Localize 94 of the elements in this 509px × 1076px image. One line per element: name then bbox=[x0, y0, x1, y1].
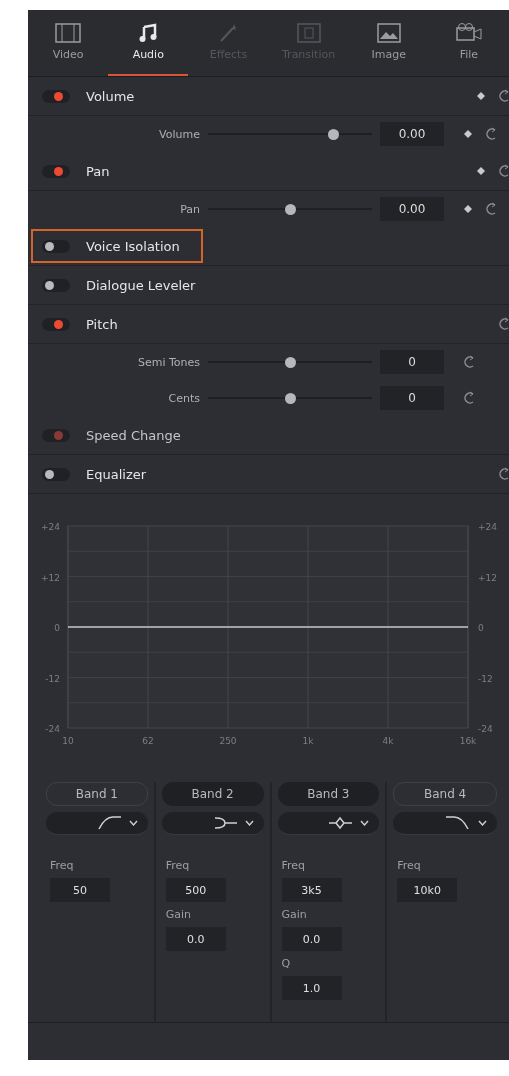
filter-curve-icon bbox=[446, 815, 472, 831]
film-icon bbox=[55, 23, 82, 43]
band-button[interactable]: Band 1 bbox=[46, 782, 148, 806]
section-title: Pitch bbox=[86, 316, 119, 332]
toggle-switch[interactable] bbox=[42, 428, 70, 442]
toggle-switch[interactable] bbox=[42, 164, 70, 178]
parameter-label: Cents bbox=[167, 391, 200, 405]
axis-label: 250 bbox=[219, 736, 237, 746]
slider-thumb[interactable] bbox=[285, 356, 296, 368]
axis-label: +24 bbox=[41, 522, 60, 532]
section-title: Pan bbox=[86, 163, 111, 179]
filter-curve-icon bbox=[212, 815, 239, 831]
section-title: Volume bbox=[86, 88, 136, 104]
image-icon bbox=[376, 23, 401, 43]
keyframe-icon[interactable] bbox=[464, 130, 472, 138]
value-field[interactable]: 10k0 bbox=[397, 878, 458, 902]
value-field[interactable]: 0.00 bbox=[380, 197, 444, 221]
wand-icon bbox=[218, 23, 239, 43]
parameter-label: Semi Tones bbox=[136, 355, 200, 369]
filter-dropdown[interactable] bbox=[393, 812, 497, 835]
reset-icon[interactable] bbox=[499, 317, 509, 331]
field-label: Freq bbox=[165, 859, 191, 872]
axis-label: -12 bbox=[478, 673, 493, 684]
toggle-switch[interactable] bbox=[42, 89, 70, 103]
field-label: Gain bbox=[281, 908, 308, 921]
value-field[interactable]: 0.0 bbox=[165, 927, 226, 951]
axis-label: 0 bbox=[478, 623, 484, 633]
axis-label: 0 bbox=[54, 623, 60, 633]
parameter-label: Volume bbox=[158, 127, 200, 141]
tab[interactable]: File bbox=[428, 10, 509, 76]
axis-label: 4k bbox=[382, 736, 394, 746]
band-button[interactable]: Band 2 bbox=[161, 782, 264, 806]
section-title: Speed Change bbox=[86, 427, 182, 443]
section-title: Voice Isolation bbox=[86, 238, 181, 254]
axis-label: -24 bbox=[478, 724, 493, 734]
field-label: Gain bbox=[165, 908, 193, 921]
axis-label: +24 bbox=[478, 522, 497, 532]
axis-label: +12 bbox=[478, 572, 497, 583]
section-title: Equalizer bbox=[86, 466, 148, 482]
toggle-switch[interactable] bbox=[42, 278, 70, 292]
axis-label: 10 bbox=[62, 736, 74, 746]
camera-icon bbox=[455, 23, 482, 43]
caret-icon bbox=[360, 820, 370, 826]
value-field[interactable]: 500 bbox=[165, 878, 226, 902]
filter-dropdown[interactable] bbox=[46, 812, 148, 835]
reset-icon[interactable] bbox=[486, 127, 496, 141]
keyframe-icon[interactable] bbox=[477, 167, 485, 175]
field-label: Q bbox=[281, 957, 292, 970]
band-button[interactable]: Band 3 bbox=[277, 782, 380, 806]
keyframe-icon[interactable] bbox=[477, 92, 485, 100]
parameter-label: Pan bbox=[179, 202, 200, 216]
slider-thumb[interactable] bbox=[285, 203, 296, 215]
slider-thumb[interactable] bbox=[327, 128, 339, 140]
reset-icon[interactable] bbox=[499, 164, 509, 178]
value-field[interactable]: 0.00 bbox=[380, 122, 444, 146]
filter-dropdown[interactable] bbox=[277, 812, 380, 835]
section-title: Dialogue Leveler bbox=[86, 277, 197, 293]
tab[interactable]: Audio bbox=[108, 10, 189, 76]
toggle-switch[interactable] bbox=[42, 239, 70, 253]
filter-curve-icon bbox=[328, 815, 355, 831]
value-field[interactable]: 0 bbox=[380, 350, 444, 374]
value-field[interactable]: 0.0 bbox=[281, 927, 342, 951]
caret-icon bbox=[244, 820, 254, 826]
tab[interactable]: Image bbox=[348, 10, 429, 76]
caret-icon bbox=[128, 820, 138, 826]
toggle-switch[interactable] bbox=[42, 467, 70, 481]
reset-icon[interactable] bbox=[464, 391, 474, 405]
axis-label: -24 bbox=[45, 724, 60, 734]
value-field[interactable]: 0 bbox=[380, 386, 444, 410]
reset-icon[interactable] bbox=[499, 89, 509, 103]
slider-thumb[interactable] bbox=[285, 392, 296, 404]
filter-dropdown[interactable] bbox=[161, 812, 264, 835]
field-label: Freq bbox=[50, 859, 75, 872]
tab[interactable]: Video bbox=[28, 10, 109, 76]
reset-icon[interactable] bbox=[464, 355, 474, 369]
axis-label: 62 bbox=[142, 736, 154, 746]
keyframe-icon[interactable] bbox=[464, 205, 472, 213]
band-button[interactable]: Band 4 bbox=[393, 782, 497, 806]
value-field[interactable]: 50 bbox=[50, 878, 110, 902]
field-label: Freq bbox=[397, 859, 422, 872]
music-note-icon bbox=[138, 23, 159, 43]
field-label: Freq bbox=[281, 859, 307, 872]
transition-icon bbox=[296, 23, 321, 43]
axis-label: -12 bbox=[45, 673, 60, 684]
value-field[interactable]: 3k5 bbox=[281, 878, 342, 902]
reset-icon[interactable] bbox=[486, 202, 496, 216]
caret-icon bbox=[478, 820, 487, 826]
axis-label: +12 bbox=[41, 572, 60, 583]
toggle-switch[interactable] bbox=[42, 317, 70, 331]
axis-label: 16k bbox=[459, 736, 477, 746]
value-field[interactable]: 1.0 bbox=[281, 976, 342, 1000]
reset-icon[interactable] bbox=[499, 467, 509, 481]
axis-label: 1k bbox=[302, 736, 314, 746]
filter-curve-icon bbox=[96, 815, 123, 831]
